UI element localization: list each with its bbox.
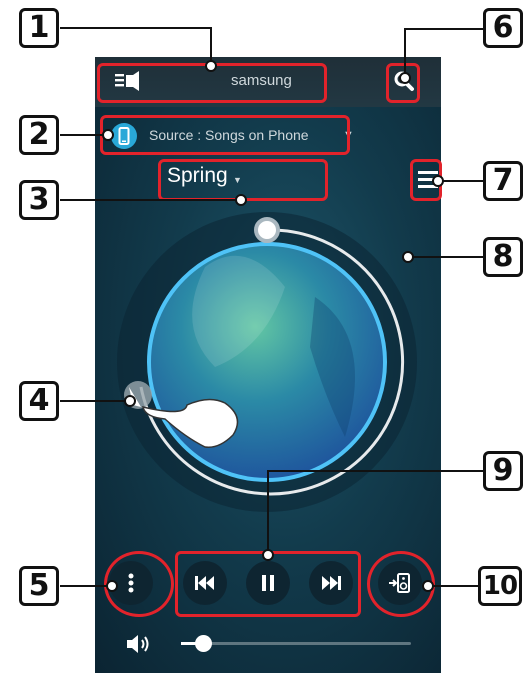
callout-number-4: 4 bbox=[19, 381, 59, 421]
album-art-dial[interactable] bbox=[95, 197, 441, 517]
leader-line-3 bbox=[60, 199, 242, 201]
leader-line-6 bbox=[405, 28, 485, 30]
leader-line-1 bbox=[60, 27, 212, 29]
callout-number-1: 1 bbox=[19, 8, 59, 48]
volume-knob[interactable] bbox=[195, 635, 212, 652]
callout-number-6: 6 bbox=[483, 8, 523, 48]
callout-number-8: 8 bbox=[483, 237, 523, 277]
callout-number-5: 5 bbox=[19, 566, 59, 606]
leader-line-9 bbox=[268, 470, 484, 472]
leader-dot-2 bbox=[102, 129, 114, 141]
callout-number-7: 7 bbox=[483, 161, 523, 201]
leader-dot-1 bbox=[205, 60, 217, 72]
volume-slider[interactable] bbox=[181, 635, 411, 652]
callout-box-source bbox=[100, 115, 350, 155]
leader-dot-8 bbox=[402, 251, 414, 263]
leader-dot-7 bbox=[432, 175, 444, 187]
callout-number-2: 2 bbox=[19, 115, 59, 155]
callout-number-9: 9 bbox=[483, 451, 523, 491]
callout-number-3: 3 bbox=[19, 180, 59, 220]
callout-number-10: 10 bbox=[478, 566, 522, 606]
leader-line-8 bbox=[408, 256, 484, 258]
leader-dot-4 bbox=[124, 395, 136, 407]
leader-dot-3 bbox=[235, 194, 247, 206]
leader-line-9-v bbox=[267, 470, 269, 554]
leader-dot-9 bbox=[262, 549, 274, 561]
leader-line-4 bbox=[60, 400, 130, 402]
volume-icon[interactable] bbox=[127, 634, 153, 654]
leader-line-10 bbox=[428, 585, 484, 587]
leader-dot-10 bbox=[422, 580, 434, 592]
hand-gesture-icon bbox=[129, 387, 239, 448]
leader-line-5 bbox=[60, 585, 110, 587]
leader-line-2 bbox=[60, 134, 108, 136]
leader-line-6-v bbox=[404, 28, 406, 78]
dial-handle bbox=[254, 217, 280, 243]
leader-dot-5 bbox=[106, 580, 118, 592]
leader-dot-6 bbox=[399, 72, 411, 84]
leader-line-7 bbox=[440, 180, 484, 182]
